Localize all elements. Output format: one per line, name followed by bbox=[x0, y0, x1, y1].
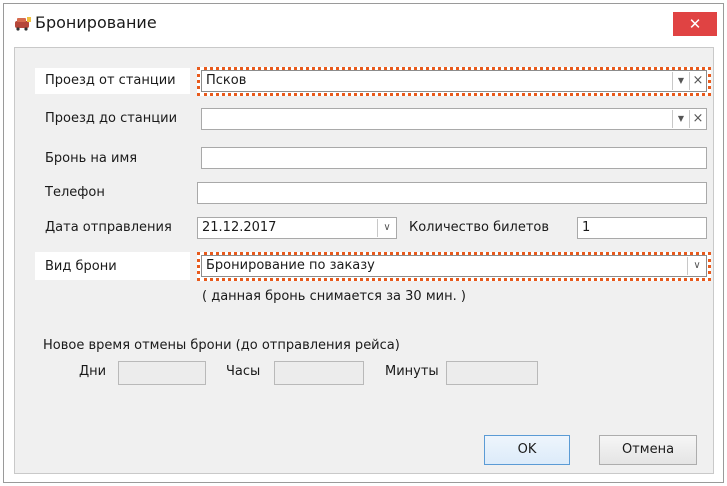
departure-date-label: Дата отправления bbox=[45, 220, 172, 235]
dialog-body: Проезд от станции Псков ▼ × Проезд до ст… bbox=[14, 47, 714, 474]
ticket-count-label: Количество билетов bbox=[409, 220, 550, 235]
cancel-button[interactable]: Отмена bbox=[599, 435, 697, 465]
hours-label: Часы bbox=[226, 364, 261, 379]
booking-dialog: Бронирование ✕ Проезд от станции Псков ▼… bbox=[3, 3, 724, 483]
minutes-label: Минуты bbox=[385, 364, 439, 379]
close-button[interactable]: ✕ bbox=[673, 12, 717, 36]
booking-name-input[interactable] bbox=[201, 147, 707, 169]
booking-type-select[interactable]: Бронирование по заказу ∨ bbox=[201, 255, 707, 277]
booking-type-note: ( данная бронь снимается за 30 мин. ) bbox=[202, 289, 466, 304]
chevron-down-icon[interactable]: ∨ bbox=[687, 257, 706, 275]
days-label: Дни bbox=[79, 364, 107, 379]
days-input[interactable] bbox=[118, 361, 206, 385]
booking-type-value: Бронирование по заказу bbox=[206, 258, 375, 273]
phone-label: Телефон bbox=[45, 185, 105, 200]
to-station-clear-icon[interactable]: × bbox=[689, 110, 706, 128]
booking-type-label: Вид брони bbox=[45, 259, 117, 274]
departure-date-value: 21.12.2017 bbox=[202, 220, 277, 235]
to-station-dropdown-icon[interactable]: ▼ bbox=[672, 110, 689, 128]
title-bar: Бронирование ✕ bbox=[4, 4, 723, 44]
from-station-select[interactable]: Псков ▼ × bbox=[201, 70, 707, 92]
cancel-time-heading: Новое время отмены брони (до отправления… bbox=[43, 338, 400, 353]
minutes-input[interactable] bbox=[446, 361, 538, 385]
close-icon: ✕ bbox=[688, 15, 702, 33]
window-title: Бронирование bbox=[35, 13, 157, 32]
departure-date-picker[interactable]: 21.12.2017 ∨ bbox=[197, 217, 397, 239]
from-station-dropdown-icon[interactable]: ▼ bbox=[672, 72, 689, 90]
to-station-select[interactable]: ▼ × bbox=[201, 108, 707, 130]
booking-name-label: Бронь на имя bbox=[45, 151, 138, 166]
ticket-count-input[interactable]: 1 bbox=[577, 217, 707, 239]
hours-input[interactable] bbox=[274, 361, 364, 385]
from-station-clear-icon[interactable]: × bbox=[689, 72, 706, 90]
phone-input[interactable] bbox=[197, 182, 707, 204]
chevron-down-icon[interactable]: ∨ bbox=[377, 219, 396, 237]
ok-button[interactable]: OK bbox=[484, 435, 570, 465]
ticket-count-value: 1 bbox=[582, 220, 591, 235]
to-station-label: Проезд до станции bbox=[45, 111, 178, 126]
from-station-value: Псков bbox=[206, 73, 247, 88]
from-station-label: Проезд от станции bbox=[45, 73, 176, 88]
booking-app-icon bbox=[15, 17, 31, 31]
